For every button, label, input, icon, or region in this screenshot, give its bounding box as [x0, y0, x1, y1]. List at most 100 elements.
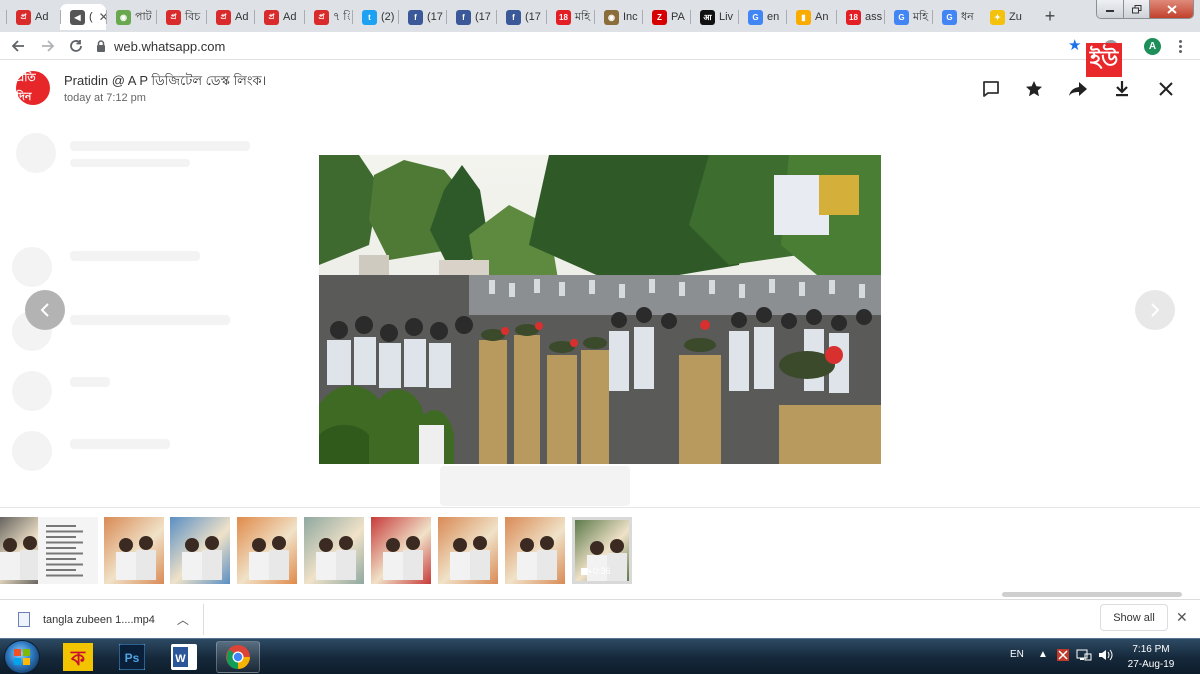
word-app[interactable]: W	[162, 641, 206, 673]
photo-thumbnail[interactable]	[371, 517, 431, 584]
system-clock[interactable]: 7:16 PM 27-Aug-19	[1122, 642, 1180, 672]
previous-media-button[interactable]	[25, 290, 65, 330]
browser-tab[interactable]: ◉ Inc	[594, 4, 640, 30]
browser-menu-icon[interactable]	[1172, 36, 1188, 56]
minimize-button[interactable]	[1097, 0, 1123, 18]
forward-button[interactable]	[1067, 78, 1089, 100]
chrome-icon	[226, 645, 250, 669]
close-shelf-button[interactable]: ✕	[1176, 609, 1188, 626]
browser-tab[interactable]: ◀ (✕	[60, 4, 106, 30]
tab-label: (17	[427, 11, 443, 23]
volume-icon[interactable]	[1098, 648, 1114, 665]
star-message-button[interactable]	[1023, 78, 1045, 100]
download-item[interactable]: tangla zubeen 1....mp4 ︿	[0, 604, 204, 635]
tab-label: Inc	[623, 11, 638, 23]
browser-tab[interactable]: প্র ৭ ি	[304, 4, 350, 30]
twitter-icon: t	[362, 9, 377, 25]
browser-tab[interactable]: G মহি	[884, 4, 930, 30]
forward-arrow-icon	[42, 40, 55, 52]
message-time: today at 7:12 pm	[64, 92, 146, 104]
maximize-button[interactable]	[1123, 0, 1149, 18]
reload-icon	[70, 40, 82, 52]
lightbulb-icon: ✦	[990, 9, 1005, 25]
browser-tab[interactable]: 18 মহি	[546, 4, 592, 30]
close-tab-icon[interactable]: ✕	[99, 10, 106, 24]
browser-tab[interactable]: 18 ass	[836, 4, 882, 30]
download-button[interactable]	[1111, 78, 1133, 100]
google-icon: G	[748, 9, 763, 25]
photoshop-icon: Ps	[119, 644, 145, 670]
video-file-icon	[18, 612, 30, 627]
svg-text:ক: ক	[70, 646, 86, 670]
tab-label: বিচ	[185, 10, 201, 23]
crowd-photo-image	[319, 155, 881, 464]
network-icon[interactable]	[1076, 648, 1092, 665]
facebook-icon: f	[506, 9, 521, 25]
browser-tab[interactable]: t (2)	[352, 4, 396, 30]
video-duration: 0:36	[581, 566, 611, 576]
thumbnail-scrollbar[interactable]	[1002, 592, 1182, 597]
photo-thumbnail[interactable]	[438, 517, 498, 584]
browser-tab[interactable]: প্র Ad	[254, 4, 302, 30]
new-tab-button[interactable]: +	[1038, 4, 1062, 28]
photo-thumbnail[interactable]	[237, 517, 297, 584]
browser-tab[interactable]: ◉ পাট	[106, 4, 154, 30]
video-thumbnail[interactable]: 0:36	[572, 517, 632, 584]
browser-tab[interactable]: Z PA	[642, 4, 688, 30]
photo-thumbnail[interactable]	[304, 517, 364, 584]
photo-thumbnail[interactable]	[170, 517, 230, 584]
chrome-app[interactable]	[216, 641, 260, 673]
tab-label: (17	[475, 11, 491, 23]
forward-icon	[1069, 82, 1087, 96]
browser-tab[interactable]: প্র বিচ	[156, 4, 204, 30]
back-button[interactable]	[8, 36, 28, 56]
show-hidden-icons[interactable]: ▲	[1038, 649, 1048, 660]
bangla-keyboard-app[interactable]: ক	[56, 641, 100, 673]
browser-tab[interactable]: f (17	[446, 4, 494, 30]
photo-thumbnail[interactable]	[104, 517, 164, 584]
chevron-left-icon	[40, 303, 49, 317]
reload-button[interactable]	[66, 36, 86, 56]
media-photo[interactable]	[319, 155, 881, 464]
download-filename: tangla zubeen 1....mp4	[43, 613, 155, 626]
browser-tab[interactable]: आ Liv	[690, 4, 736, 30]
browser-tab[interactable]: G ধন	[932, 4, 978, 30]
windows-logo-icon	[14, 649, 30, 665]
reply-button[interactable]	[980, 78, 1002, 100]
download-shelf: tangla zubeen 1....mp4 ︿ Show all ✕	[0, 599, 1200, 638]
tab-label: (2)	[381, 11, 395, 23]
speaker-icon: ◀	[70, 9, 85, 25]
analytics-icon: ▮	[796, 9, 811, 25]
minimize-icon	[1106, 10, 1114, 12]
browser-tab[interactable]: প্র Ad	[206, 4, 252, 30]
pratidin-logo-icon: প্র	[216, 9, 231, 25]
browser-toolbar: web.whatsapp.com ★ A	[0, 32, 1200, 60]
photo-thumbnail[interactable]	[505, 517, 565, 584]
show-all-button[interactable]: Show all	[1100, 604, 1168, 631]
profile-avatar[interactable]: A	[1144, 38, 1161, 55]
browser-tab[interactable]: f (17	[496, 4, 544, 30]
close-window-button[interactable]	[1149, 0, 1193, 18]
flag-icon[interactable]	[1056, 648, 1070, 665]
facebook-icon: f	[408, 9, 423, 25]
address-bar[interactable]: web.whatsapp.com	[96, 35, 1096, 57]
url-text: web.whatsapp.com	[114, 38, 226, 54]
forward-button[interactable]	[38, 36, 58, 56]
browser-tab[interactable]: ✦ Zu	[980, 4, 1032, 30]
language-indicator[interactable]: EN	[1010, 649, 1024, 660]
browser-tab[interactable]: Gen	[738, 4, 784, 30]
next-media-button[interactable]	[1135, 290, 1175, 330]
browser-tab[interactable]: প্র Ad	[6, 4, 58, 30]
chevron-up-icon[interactable]: ︿	[177, 611, 189, 628]
photoshop-app[interactable]: Ps	[110, 641, 154, 673]
zee-logo-icon: Z	[652, 9, 667, 25]
start-button[interactable]	[4, 640, 40, 674]
svg-text:Ps: Ps	[125, 651, 140, 665]
browser-tab[interactable]: f (17	[398, 4, 444, 30]
emblem-icon: ◉	[604, 9, 619, 25]
bookmark-star-icon[interactable]: ★	[1068, 38, 1081, 53]
photo-thumbnail[interactable]	[38, 517, 98, 584]
browser-tab[interactable]: ▮ An	[786, 4, 834, 30]
close-viewer-button[interactable]	[1155, 78, 1177, 100]
download-icon	[1116, 81, 1128, 97]
